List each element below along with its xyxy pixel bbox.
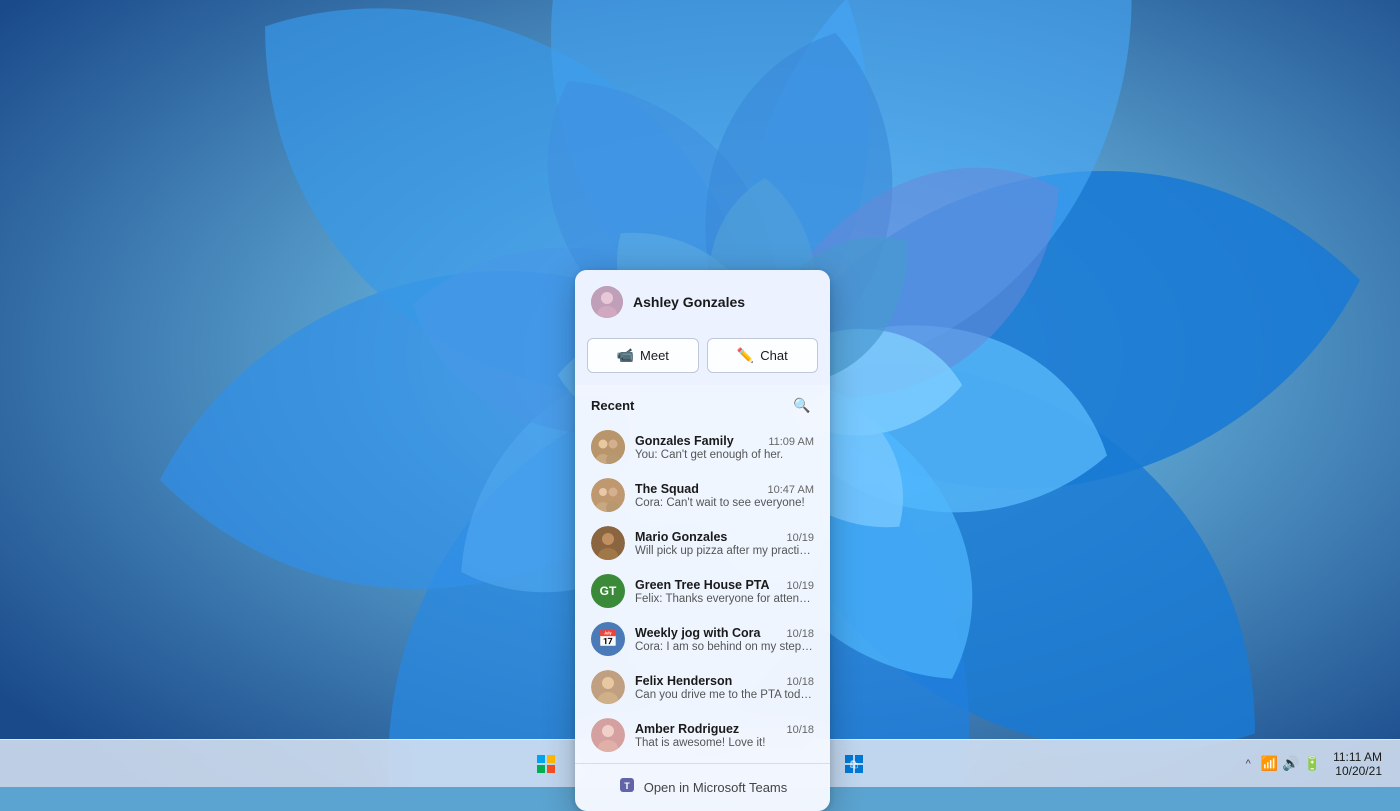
conversation-item[interactable]: Amber Rodriguez 10/18 That is awesome! L…: [579, 711, 826, 759]
conversation-time: 11:09 AM: [768, 436, 814, 448]
conversation-item[interactable]: Gonzales Family 11:09 AM You: Can't get …: [579, 423, 826, 471]
teams-icon: T: [618, 776, 636, 799]
conversation-list: Gonzales Family 11:09 AM You: Can't get …: [575, 423, 830, 759]
conversation-preview: That is awesome! Love it!: [635, 737, 814, 749]
conversation-name: The Squad: [635, 482, 699, 496]
conversation-content: Amber Rodriguez 10/18 That is awesome! L…: [635, 722, 814, 749]
conversation-name: Amber Rodriguez: [635, 722, 739, 736]
store-button[interactable]: 🛍: [834, 744, 874, 784]
conversation-time: 10/18: [786, 628, 814, 640]
recent-header: Recent 🔍: [575, 385, 830, 423]
conversation-item[interactable]: GT Green Tree House PTA 10/19 Felix: Tha…: [579, 567, 826, 615]
conversation-content: Felix Henderson 10/18 Can you drive me t…: [635, 674, 814, 701]
avatar: GT: [591, 574, 625, 608]
conversation-preview: Cora: I am so behind on my step goals.: [635, 641, 814, 653]
conversation-time: 10/18: [786, 724, 814, 736]
svg-text:🛍: 🛍: [849, 760, 859, 769]
conversation-content: Green Tree House PTA 10/19 Felix: Thanks…: [635, 578, 814, 605]
meet-icon: 📹: [617, 347, 634, 364]
meet-label: Meet: [640, 348, 669, 363]
action-buttons: 📹 Meet ✏️ Chat: [575, 330, 830, 385]
meet-button[interactable]: 📹 Meet: [587, 338, 699, 373]
conversation-name: Mario Gonzales: [635, 530, 727, 544]
avatar: [591, 430, 625, 464]
conversation-content: The Squad 10:47 AM Cora: Can't wait to s…: [635, 482, 814, 509]
wifi-icon: 📶: [1261, 755, 1278, 772]
avatar: [591, 526, 625, 560]
conversation-content: Mario Gonzales 10/19 Will pick up pizza …: [635, 530, 814, 557]
user-name: Ashley Gonzales: [633, 294, 745, 310]
conversation-time: 10:47 AM: [768, 484, 814, 496]
chat-button[interactable]: ✏️ Chat: [707, 338, 819, 373]
conversation-preview: Can you drive me to the PTA today?: [635, 689, 814, 701]
avatar: [591, 670, 625, 704]
chat-label: Chat: [760, 348, 787, 363]
conversation-preview: Felix: Thanks everyone for attending tod…: [635, 593, 814, 605]
search-button[interactable]: 🔍: [790, 393, 814, 417]
conversation-content: Weekly jog with Cora 10/18 Cora: I am so…: [635, 626, 814, 653]
user-avatar: [591, 286, 623, 318]
conversation-name: Gonzales Family: [635, 434, 734, 448]
conversation-item[interactable]: The Squad 10:47 AM Cora: Can't wait to s…: [579, 471, 826, 519]
conversation-item[interactable]: 📅 Weekly jog with Cora 10/18 Cora: I am …: [579, 615, 826, 663]
battery-icon: 🔋: [1304, 755, 1321, 772]
time-display: 11:11 AM: [1333, 750, 1382, 764]
taskbar-right: ^ 📶 🔊 🔋 11:11 AM 10/20/21: [1242, 748, 1400, 780]
recent-label: Recent: [591, 398, 634, 413]
panel-header: Ashley Gonzales: [575, 270, 830, 330]
conversation-item[interactable]: Mario Gonzales 10/19 Will pick up pizza …: [579, 519, 826, 567]
conversation-time: 10/18: [786, 676, 814, 688]
avatar: [591, 718, 625, 752]
conversation-name: Felix Henderson: [635, 674, 732, 688]
conversation-name: Weekly jog with Cora: [635, 626, 761, 640]
chat-icon: ✏️: [737, 347, 754, 364]
conversation-time: 10/19: [786, 532, 814, 544]
recent-section: Recent 🔍 Gonzales Family: [575, 385, 830, 759]
avatar: 📅: [591, 622, 625, 656]
conversation-time: 10/19: [786, 580, 814, 592]
date-display: 10/20/21: [1335, 764, 1382, 778]
conversation-preview: You: Can't get enough of her.: [635, 449, 814, 461]
conversation-item[interactable]: Felix Henderson 10/18 Can you drive me t…: [579, 663, 826, 711]
system-icons[interactable]: 📶 🔊 🔋: [1261, 755, 1321, 772]
chat-panel: Ashley Gonzales 📹 Meet ✏️ Chat Recent 🔍: [575, 270, 830, 811]
sound-icon: 🔊: [1282, 755, 1299, 772]
open-teams-label: Open in Microsoft Teams: [644, 780, 788, 795]
avatar: [591, 478, 625, 512]
conversation-preview: Will pick up pizza after my practice.: [635, 545, 814, 557]
system-tray-expand[interactable]: ^: [1242, 754, 1255, 774]
conversation-preview: Cora: Can't wait to see everyone!: [635, 497, 814, 509]
open-teams-button[interactable]: T Open in Microsoft Teams: [575, 763, 830, 811]
svg-text:T: T: [624, 781, 630, 791]
start-button[interactable]: [526, 744, 566, 784]
conversation-name: Green Tree House PTA: [635, 578, 770, 592]
conversation-content: Gonzales Family 11:09 AM You: Can't get …: [635, 434, 814, 461]
datetime-display[interactable]: 11:11 AM 10/20/21: [1327, 748, 1388, 780]
